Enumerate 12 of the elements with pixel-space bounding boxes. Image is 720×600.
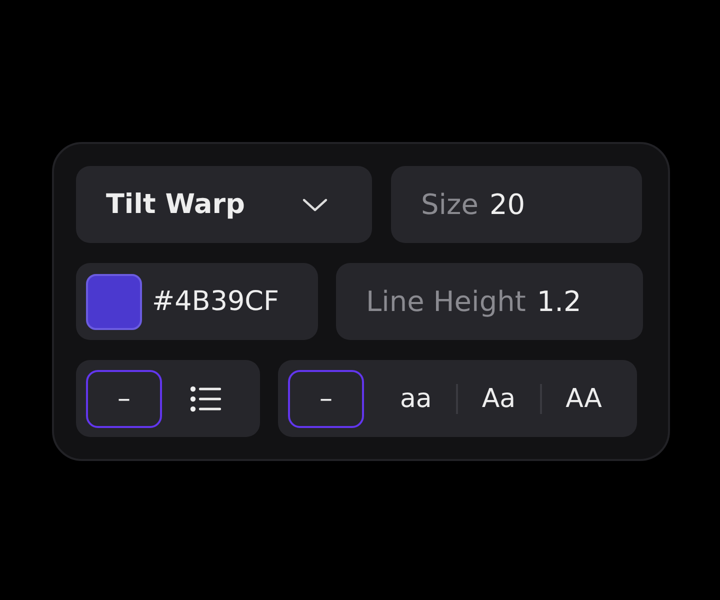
case-option-button[interactable]: Aa xyxy=(472,370,526,428)
bulleted-list-icon xyxy=(190,384,222,412)
case-option-button[interactable]: AA xyxy=(556,370,612,428)
case-option-button[interactable]: aa xyxy=(390,370,442,428)
none-option-button[interactable]: – xyxy=(288,370,364,428)
font-dropdown[interactable]: Tilt Warp xyxy=(76,166,372,243)
chevron-down-icon xyxy=(302,198,328,212)
size-field[interactable]: Size 20 xyxy=(391,166,642,243)
none-option-button[interactable]: – xyxy=(86,370,162,428)
line-height-field[interactable]: Line Height 1.2 xyxy=(336,263,643,340)
color-field[interactable]: #4B39CF xyxy=(76,263,318,340)
color-swatch[interactable] xyxy=(86,274,142,330)
